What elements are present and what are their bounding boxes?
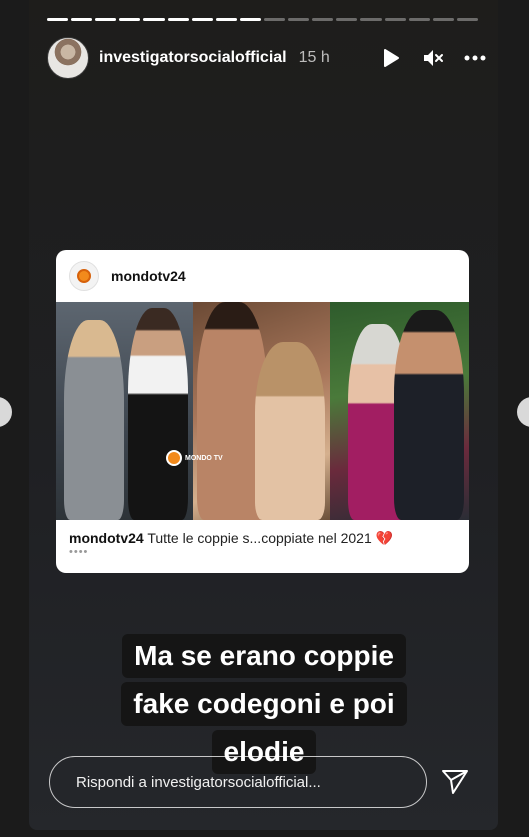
send-icon[interactable] xyxy=(439,766,471,798)
progress-segment xyxy=(456,18,478,21)
previous-story-button[interactable] xyxy=(0,397,12,427)
progress-segment xyxy=(71,18,93,21)
progress-segment xyxy=(119,18,141,21)
chevron-left-icon xyxy=(0,406,3,418)
speaker-muted-icon[interactable] xyxy=(421,46,445,70)
avatar[interactable] xyxy=(47,37,89,79)
photo-panel-1 xyxy=(56,302,193,520)
shared-post-card[interactable]: mondotv24 MONDO TV mondotv24 Tutte le co… xyxy=(56,250,469,573)
photo-panel-2 xyxy=(193,302,330,520)
story-controls xyxy=(379,46,487,70)
post-image: MONDO TV xyxy=(56,302,469,520)
caption-username: mondotv24 xyxy=(69,530,144,546)
mondotv-watermark: MONDO TV xyxy=(166,450,223,466)
progress-segment xyxy=(47,18,69,21)
overlay-line-1: Ma se erano coppie xyxy=(122,634,406,678)
progress-segment xyxy=(432,18,454,21)
progress-segment xyxy=(95,18,117,21)
story-username[interactable]: investigatorsocialofficial xyxy=(99,49,287,67)
story-header: investigatorsocialofficial 15 h xyxy=(47,37,487,79)
photo-panel-3 xyxy=(330,302,469,520)
progress-segment xyxy=(215,18,237,21)
more-horizontal-icon[interactable] xyxy=(463,46,487,70)
reply-input[interactable] xyxy=(49,756,427,808)
caption-text: Tutte le coppie s...coppiate nel 2021 💔 xyxy=(147,530,394,546)
post-username: mondotv24 xyxy=(111,268,186,284)
progress-segment xyxy=(288,18,310,21)
progress-segment xyxy=(191,18,213,21)
post-header: mondotv24 xyxy=(56,250,469,302)
progress-segment xyxy=(336,18,358,21)
play-icon[interactable] xyxy=(379,46,403,70)
progress-segment xyxy=(360,18,382,21)
post-caption: mondotv24 Tutte le coppie s...coppiate n… xyxy=(56,520,469,547)
next-story-button[interactable] xyxy=(517,397,529,427)
progress-segment xyxy=(384,18,406,21)
reply-bar xyxy=(49,755,479,809)
progress-segment xyxy=(312,18,334,21)
story-time: 15 h xyxy=(298,49,330,66)
progress-segment xyxy=(263,18,286,21)
progress-segment xyxy=(143,18,165,21)
story-viewer: investigatorsocialofficial 15 h mondotv2… xyxy=(29,0,498,830)
overlay-line-2: fake codegoni e poi xyxy=(121,682,407,726)
post-avatar xyxy=(69,261,99,291)
story-progress-bar xyxy=(47,18,478,21)
progress-segment xyxy=(239,18,261,21)
progress-segment xyxy=(408,18,430,21)
caption-more: •••• xyxy=(69,546,89,558)
progress-segment xyxy=(167,18,189,21)
